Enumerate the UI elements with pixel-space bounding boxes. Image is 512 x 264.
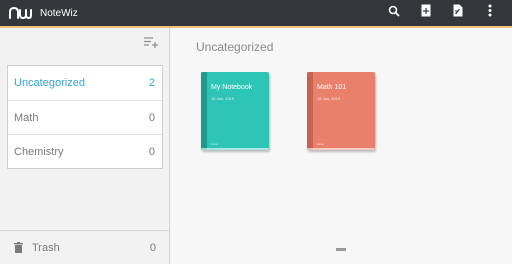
- notewiz-logo-icon: [8, 4, 36, 22]
- app-bar: NoteWiz: [0, 0, 512, 28]
- notebook-card-my-notebook[interactable]: My Notebook 15 Jan, 2019 cover: [201, 72, 269, 150]
- section-title: Uncategorized: [196, 40, 274, 54]
- notebook-cover-label: cover: [317, 142, 325, 146]
- sidebar: Uncategorized 2 Math 0 Chemistry 0 Trash…: [0, 28, 170, 264]
- category-item-math[interactable]: Math 0: [8, 100, 162, 134]
- notebook-date: 15 Jan, 2019: [211, 96, 235, 101]
- notebook-spine: [307, 72, 313, 150]
- notebook-page-edge: [307, 148, 375, 150]
- category-label: Math: [14, 111, 39, 124]
- trash-icon: [14, 242, 24, 254]
- notebook-title: My Notebook: [211, 84, 253, 91]
- trash-label: Trash: [32, 241, 60, 254]
- category-label: Uncategorized: [14, 77, 85, 89]
- category-item-chemistry[interactable]: Chemistry 0: [8, 134, 162, 168]
- search-button[interactable]: [378, 0, 410, 26]
- category-count: 0: [148, 145, 155, 158]
- category-item-uncategorized[interactable]: Uncategorized 2: [8, 66, 162, 100]
- notebook-page-edge: [201, 148, 269, 150]
- category-label: Chemistry: [14, 145, 64, 158]
- category-list: Uncategorized 2 Math 0 Chemistry 0: [7, 65, 163, 169]
- sort-add-icon: [144, 35, 158, 53]
- notebook-card-math-101[interactable]: Math 101 15 Jan, 2019 cover: [307, 72, 375, 150]
- category-count: 2: [148, 77, 155, 89]
- new-note-icon: [453, 4, 463, 22]
- new-note-button[interactable]: [442, 0, 474, 26]
- notebook-spine: [201, 72, 207, 150]
- notebook-date: 15 Jan, 2019: [317, 96, 341, 101]
- sort-categories-button[interactable]: [142, 36, 160, 52]
- notebook-title: Math 101: [317, 84, 347, 91]
- new-notebook-button[interactable]: [410, 0, 442, 26]
- category-count: 0: [148, 111, 155, 124]
- drag-handle[interactable]: [336, 248, 346, 251]
- notebook-cover-label: cover: [211, 142, 219, 146]
- trash-count: 0: [149, 241, 156, 254]
- trash-item[interactable]: Trash 0: [0, 230, 170, 264]
- more-vert-icon: [488, 4, 492, 22]
- search-icon: [388, 4, 400, 22]
- new-notebook-icon: [421, 4, 431, 22]
- app-title: NoteWiz: [40, 7, 78, 19]
- notebook-area: Uncategorized My Notebook 15 Jan, 2019 c…: [171, 28, 512, 264]
- more-options-button[interactable]: [474, 0, 506, 26]
